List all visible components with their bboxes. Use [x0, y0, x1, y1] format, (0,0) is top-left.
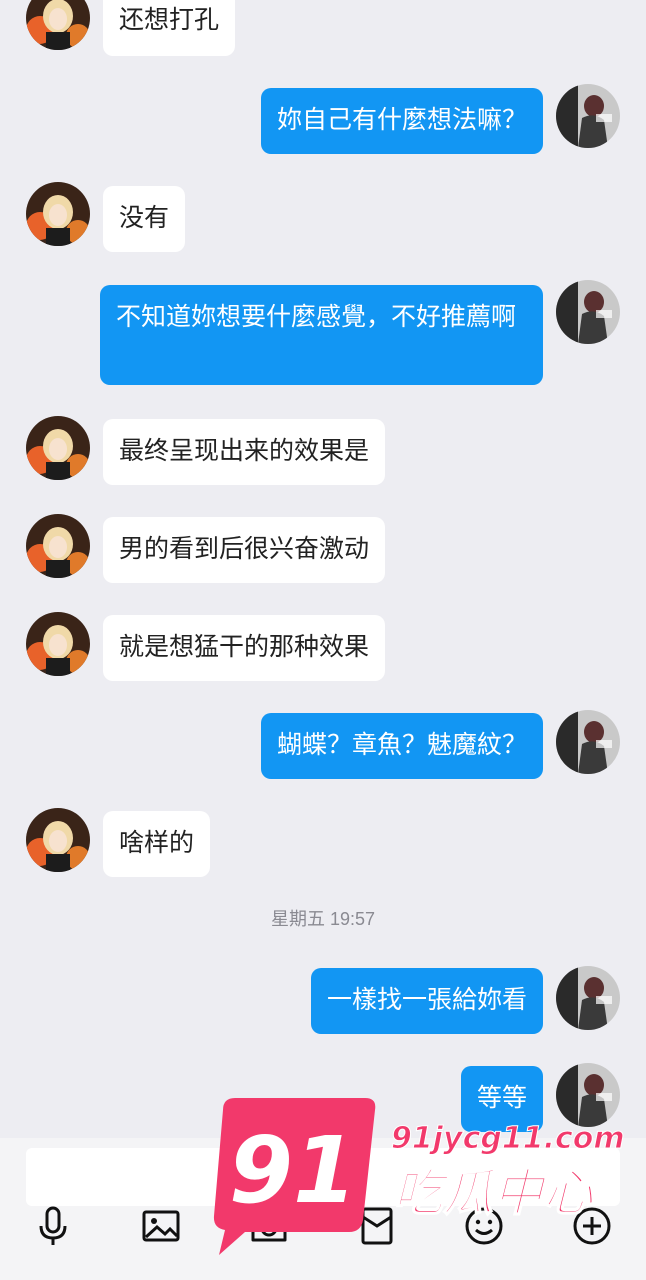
microphone-icon[interactable] — [32, 1205, 74, 1247]
message-bubble-incoming[interactable]: 男的看到后很兴奋激动 — [103, 517, 386, 583]
watermark-domain: 91jycg11.com — [391, 1121, 625, 1156]
user-avatar[interactable] — [556, 966, 620, 1030]
contact-avatar[interactable] — [26, 514, 90, 578]
contact-avatar[interactable] — [26, 808, 90, 872]
message-bubble-outgoing[interactable]: 妳自己有什麼想法嘛？ — [260, 88, 543, 154]
message-bubble-outgoing[interactable]: 蝴蝶？章魚？魅魔紋？ — [260, 713, 543, 779]
message-bubble-incoming[interactable]: 最终呈现出来的效果是 — [103, 419, 386, 485]
user-avatar[interactable] — [556, 84, 620, 148]
watermark-brand: 吃瓜中心 — [393, 1164, 595, 1222]
user-avatar[interactable] — [556, 710, 620, 774]
contact-avatar[interactable] — [26, 612, 90, 676]
message-bubble-incoming[interactable]: 没有 — [103, 186, 186, 252]
user-avatar[interactable] — [556, 280, 620, 344]
message-bubble-outgoing[interactable]: 一樣找一張給妳看 — [310, 968, 543, 1034]
contact-avatar[interactable] — [26, 416, 90, 480]
message-bubble-incoming[interactable]: 啥样的 — [103, 811, 211, 877]
message-timestamp: 星期五 19:57 — [270, 909, 376, 929]
watermark: 91 91jycg11.com 吃瓜中心 — [213, 1098, 625, 1255]
contact-avatar[interactable] — [26, 0, 90, 50]
message-bubble-outgoing[interactable]: 不知道妳想要什麼感覺，不好推薦啊 — [100, 285, 543, 385]
message-bubble-incoming[interactable]: 就是想猛干的那种效果 — [103, 615, 386, 681]
watermark-number: 91 — [229, 1117, 357, 1224]
image-icon[interactable] — [140, 1205, 182, 1247]
message-bubble-incoming[interactable]: 还想打孔 — [103, 0, 236, 56]
contact-avatar[interactable] — [26, 182, 90, 246]
